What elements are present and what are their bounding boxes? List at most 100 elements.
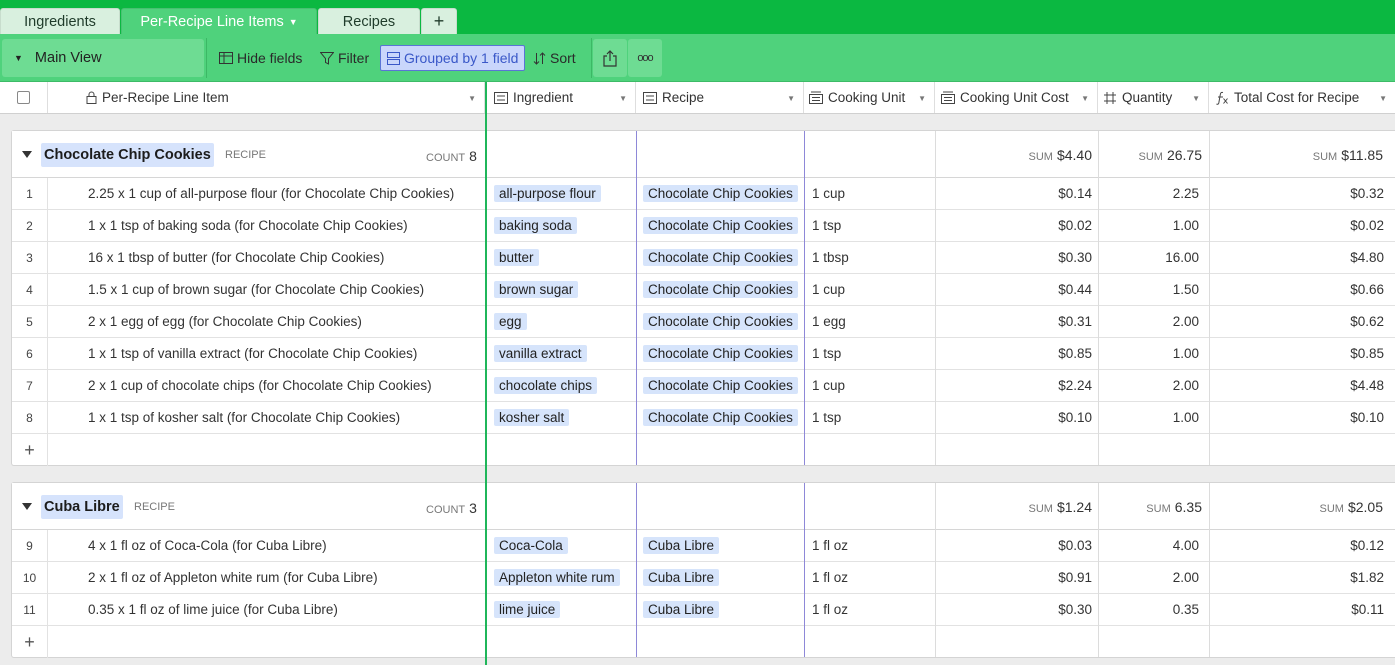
collapse-group-icon[interactable] — [22, 503, 32, 510]
frozen-column-divider[interactable] — [485, 82, 487, 665]
ingredient-link[interactable]: all-purpose flour — [494, 185, 601, 202]
ingredient-link-cell[interactable]: butter — [488, 242, 637, 273]
cooking-unit-cell[interactable]: 1 egg — [805, 306, 936, 337]
ingredient-link-cell[interactable]: Appleton white rum — [488, 562, 637, 593]
column-header-recipe[interactable]: Recipe ▼ — [636, 82, 804, 113]
recipe-link[interactable]: Cuba Libre — [643, 537, 720, 554]
ingredient-link-cell[interactable]: vanilla extract — [488, 338, 637, 369]
recipe-link-cell[interactable]: Chocolate Chip Cookies — [637, 274, 805, 305]
tab-recipes[interactable]: Recipes — [318, 8, 420, 34]
cooking-unit-cost-cell[interactable]: $0.14 — [936, 178, 1099, 209]
cooking-unit-cost-cell[interactable]: $0.30 — [936, 242, 1099, 273]
chevron-down-icon[interactable]: ▼ — [468, 94, 476, 103]
group-button[interactable]: Grouped by 1 field — [380, 45, 526, 71]
quantity-cell[interactable]: 0.35 — [1099, 594, 1210, 625]
column-header-quantity[interactable]: Quantity ▼ — [1098, 82, 1209, 113]
total-cost-cell[interactable]: $0.10 — [1210, 402, 1395, 433]
chevron-down-icon[interactable]: ▼ — [1192, 94, 1200, 103]
chevron-down-icon[interactable]: ▼ — [289, 17, 298, 27]
recipe-link-cell[interactable]: Chocolate Chip Cookies — [637, 370, 805, 401]
add-record-button[interactable]: + — [12, 626, 48, 658]
cooking-unit-cost-cell[interactable]: $0.85 — [936, 338, 1099, 369]
recipe-link[interactable]: Chocolate Chip Cookies — [643, 185, 798, 202]
recipe-link-cell[interactable]: Chocolate Chip Cookies — [637, 210, 805, 241]
total-cost-cell[interactable]: $0.66 — [1210, 274, 1395, 305]
cooking-unit-cell[interactable]: 1 tsp — [805, 210, 936, 241]
cooking-unit-cell[interactable]: 1 tsp — [805, 402, 936, 433]
add-table-button[interactable]: + — [421, 8, 457, 34]
ingredient-link-cell[interactable]: Coca-Cola — [488, 530, 637, 561]
quantity-cell[interactable]: 2.00 — [1099, 306, 1210, 337]
line-item-name-cell[interactable]: 1.5 x 1 cup of brown sugar (for Chocolat… — [49, 274, 486, 305]
collapse-group-icon[interactable] — [22, 151, 32, 158]
share-button[interactable] — [593, 39, 627, 77]
recipe-link-cell[interactable]: Chocolate Chip Cookies — [637, 306, 805, 337]
cooking-unit-cell[interactable]: 1 tsp — [805, 338, 936, 369]
ingredient-link-cell[interactable]: baking soda — [488, 210, 637, 241]
cooking-unit-cost-cell[interactable]: $0.44 — [936, 274, 1099, 305]
chevron-down-icon[interactable]: ▼ — [1081, 94, 1089, 103]
recipe-link-cell[interactable]: Chocolate Chip Cookies — [637, 338, 805, 369]
recipe-link-cell[interactable]: Cuba Libre — [637, 530, 805, 561]
quantity-cell[interactable]: 2.25 — [1099, 178, 1210, 209]
recipe-link[interactable]: Chocolate Chip Cookies — [643, 345, 798, 362]
tab-ingredients[interactable]: Ingredients — [0, 8, 120, 34]
recipe-link[interactable]: Chocolate Chip Cookies — [643, 281, 798, 298]
table-row[interactable]: 2 1 x 1 tsp of baking soda (for Chocolate… — [12, 210, 1395, 242]
recipe-link[interactable]: Chocolate Chip Cookies — [643, 249, 798, 266]
hide-fields-button[interactable]: Hide fields — [219, 44, 302, 72]
ingredient-link-cell[interactable]: egg — [488, 306, 637, 337]
add-record-button[interactable]: + — [12, 434, 48, 466]
sort-button[interactable]: Sort — [533, 44, 576, 72]
total-cost-cell[interactable]: $0.11 — [1210, 594, 1395, 625]
more-options-button[interactable]: ooo — [628, 39, 662, 77]
recipe-link-cell[interactable]: Chocolate Chip Cookies — [637, 178, 805, 209]
cooking-unit-cell[interactable]: 1 cup — [805, 370, 936, 401]
recipe-link[interactable]: Chocolate Chip Cookies — [643, 313, 798, 330]
recipe-link-cell[interactable]: Cuba Libre — [637, 562, 805, 593]
quantity-cell[interactable]: 1.00 — [1099, 402, 1210, 433]
ingredient-link-cell[interactable]: chocolate chips — [488, 370, 637, 401]
ingredient-link[interactable]: baking soda — [494, 217, 577, 234]
ingredient-link[interactable]: Coca-Cola — [494, 537, 568, 554]
table-row[interactable]: 9 4 x 1 fl oz of Coca-Cola (for Cuba Libr… — [12, 530, 1395, 562]
tab-per-recipe-line-items[interactable]: Per-Recipe Line Items ▼ — [121, 8, 317, 34]
line-item-name-cell[interactable]: 2 x 1 fl oz of Appleton white rum (for C… — [49, 562, 486, 593]
quantity-cell[interactable]: 2.00 — [1099, 562, 1210, 593]
ingredient-link[interactable]: Appleton white rum — [494, 569, 620, 586]
cooking-unit-cost-cell[interactable]: $0.30 — [936, 594, 1099, 625]
total-cost-cell[interactable]: $4.80 — [1210, 242, 1395, 273]
recipe-link[interactable]: Chocolate Chip Cookies — [643, 377, 798, 394]
cooking-unit-cost-cell[interactable]: $0.91 — [936, 562, 1099, 593]
total-cost-cell[interactable]: $0.62 — [1210, 306, 1395, 337]
quantity-cell[interactable]: 4.00 — [1099, 530, 1210, 561]
column-header-cooking-unit[interactable]: Cooking Unit ▼ — [804, 82, 935, 113]
line-item-name-cell[interactable]: 2 x 1 egg of egg (for Chocolate Chip Coo… — [49, 306, 486, 337]
total-cost-cell[interactable]: $0.32 — [1210, 178, 1395, 209]
chevron-down-icon[interactable]: ▼ — [619, 94, 627, 103]
ingredient-link[interactable]: butter — [494, 249, 539, 266]
ingredient-link-cell[interactable]: kosher salt — [488, 402, 637, 433]
cooking-unit-cell[interactable]: 1 cup — [805, 274, 936, 305]
table-row[interactable]: 5 2 x 1 egg of egg (for Chocolate Chip Co… — [12, 306, 1395, 338]
ingredient-link-cell[interactable]: brown sugar — [488, 274, 637, 305]
cooking-unit-cell[interactable]: 1 fl oz — [805, 594, 936, 625]
total-cost-cell[interactable]: $1.82 — [1210, 562, 1395, 593]
cooking-unit-cell[interactable]: 1 fl oz — [805, 562, 936, 593]
ingredient-link[interactable]: vanilla extract — [494, 345, 587, 362]
recipe-link-cell[interactable]: Chocolate Chip Cookies — [637, 402, 805, 433]
column-header-total-cost[interactable]: Total Cost for Recipe ▼ — [1209, 82, 1395, 113]
quantity-cell[interactable]: 1.00 — [1099, 210, 1210, 241]
recipe-link[interactable]: Chocolate Chip Cookies — [643, 409, 798, 426]
quantity-cell[interactable]: 1.00 — [1099, 338, 1210, 369]
ingredient-link[interactable]: lime juice — [494, 601, 561, 618]
recipe-link[interactable]: Cuba Libre — [643, 569, 720, 586]
ingredient-link-cell[interactable]: all-purpose flour — [488, 178, 637, 209]
quantity-cell[interactable]: 2.00 — [1099, 370, 1210, 401]
table-row[interactable]: 11 0.35 x 1 fl oz of lime juice (for Cuba… — [12, 594, 1395, 626]
cooking-unit-cell[interactable]: 1 tbsp — [805, 242, 936, 273]
line-item-name-cell[interactable]: 1 x 1 tsp of kosher salt (for Chocolate … — [49, 402, 486, 433]
table-row[interactable]: 1 2.25 x 1 cup of all-purpose flour (for … — [12, 178, 1395, 210]
ingredient-link[interactable]: kosher salt — [494, 409, 570, 426]
select-all-checkbox[interactable] — [17, 91, 30, 104]
